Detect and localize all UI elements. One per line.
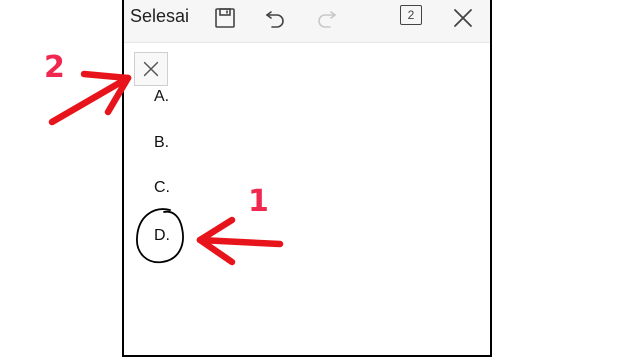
page-count-icon[interactable]: 2 bbox=[400, 5, 422, 25]
save-icon[interactable] bbox=[212, 5, 238, 31]
toolbar: Selesai 2 bbox=[124, 0, 490, 43]
undo-icon[interactable] bbox=[262, 5, 288, 31]
option-d[interactable]: D. bbox=[154, 227, 170, 245]
done-button[interactable]: Selesai bbox=[130, 6, 189, 27]
editor-panel: Selesai 2 A. B. C. D. bbox=[122, 0, 492, 357]
redo-icon[interactable] bbox=[314, 5, 340, 31]
close-icon[interactable] bbox=[450, 5, 476, 31]
option-a[interactable]: A. bbox=[154, 88, 169, 106]
option-c[interactable]: C. bbox=[154, 179, 170, 197]
step-number-2: 2 bbox=[44, 50, 65, 85]
close-x-icon[interactable] bbox=[134, 52, 168, 86]
step-number-1: 1 bbox=[248, 184, 269, 219]
option-b[interactable]: B. bbox=[154, 134, 169, 152]
